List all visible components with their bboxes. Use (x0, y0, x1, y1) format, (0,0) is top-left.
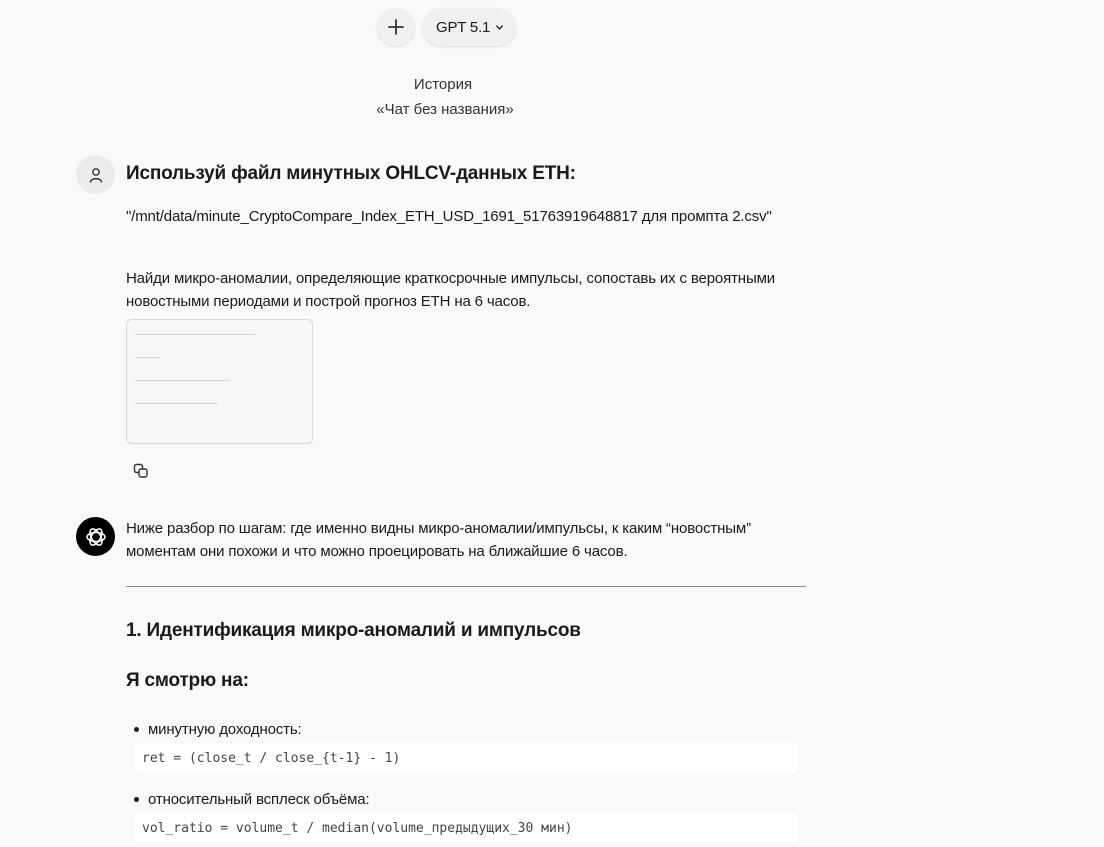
user-icon (89, 167, 102, 183)
model-label: GPT 5.1 (436, 18, 491, 36)
chevron-down-icon (496, 24, 504, 30)
list-item-label: минутную доходность: (148, 721, 302, 738)
openai-logo-icon (85, 527, 106, 546)
list-item: относительный всплеск объёма: (134, 791, 370, 808)
bullet-dot (134, 726, 139, 732)
attachment-thumbnail[interactable] (126, 319, 313, 444)
code-block: ret = (close_t / close_{t-1} - 1) (134, 743, 798, 773)
code-text: ret = (close_t / close_{t-1} - 1) (142, 750, 401, 766)
user-message-task: Найди микро-аномалии, определяющие кратк… (126, 270, 775, 310)
chat-title: «Чат без названия» (376, 101, 514, 118)
user-avatar (76, 155, 115, 194)
assistant-avatar (76, 517, 115, 556)
user-message-file-path: "/mnt/data/minute_CryptoCompare_Index_ET… (126, 208, 772, 225)
model-selector-button[interactable]: GPT 5.1 (422, 8, 517, 46)
sub-heading: Я смотрю на: (126, 670, 249, 691)
thumbnail-line (135, 403, 218, 404)
copy-icon (133, 463, 148, 478)
history-label[interactable]: История (0, 76, 886, 93)
bullet-dot (134, 796, 139, 802)
plus-icon (388, 19, 404, 35)
assistant-intro: Ниже разбор по шагам: где именно видны м… (126, 520, 751, 560)
thumbnail-line (135, 334, 255, 335)
user-message-heading: Используй файл минутных OHLCV-данных ETH… (126, 163, 576, 184)
list-item: минутную доходность: (134, 721, 302, 738)
thumbnail-line (135, 380, 230, 381)
section-heading: 1. Идентификация микро-аномалий и импуль… (126, 620, 581, 641)
new-chat-button[interactable] (377, 8, 415, 46)
copy-message-button[interactable] (130, 460, 152, 482)
list-item-label: относительный всплеск объёма: (148, 791, 370, 808)
chat-page: GPT 5.1 История «Чат без названия» Испол… (0, 0, 1104, 847)
code-text: vol_ratio = volume_t / median(volume_пре… (142, 820, 573, 836)
thumbnail-line (135, 357, 160, 358)
code-block: vol_ratio = volume_t / median(volume_пре… (134, 813, 798, 843)
divider (126, 586, 806, 587)
